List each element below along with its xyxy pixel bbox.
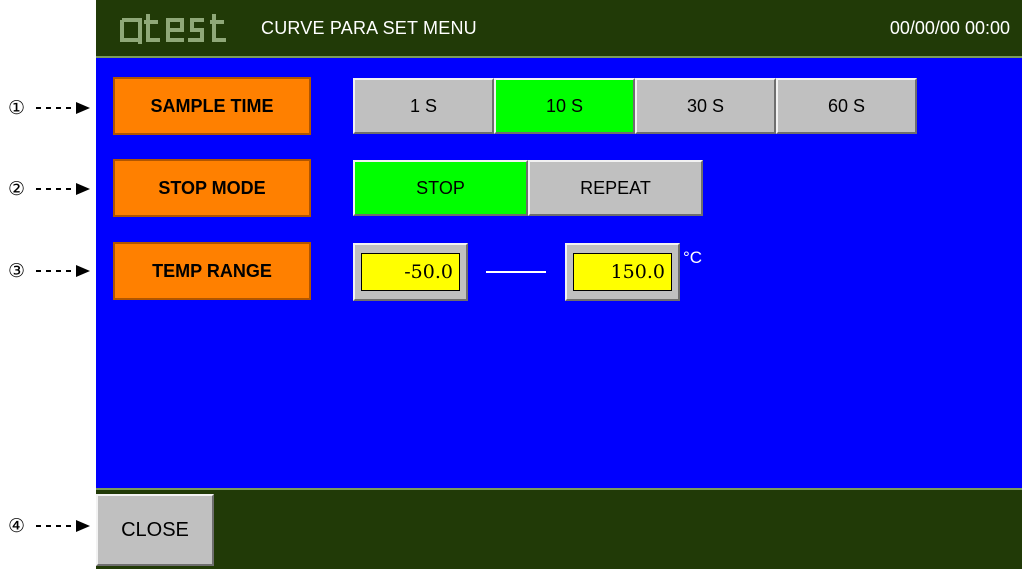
close-button[interactable]: CLOSE bbox=[96, 494, 214, 566]
callout-number: ② bbox=[8, 177, 26, 200]
temp-unit: °C bbox=[683, 248, 703, 267]
sample-time-30s-button[interactable]: 30 S bbox=[635, 78, 776, 134]
title-bar: qtest CURVE PARA SET MENU 00/00/00 00:00 bbox=[96, 0, 1022, 58]
temp-max-value[interactable]: 150.0 bbox=[573, 253, 672, 291]
arrow-right-icon bbox=[34, 182, 90, 196]
sample-time-1s-button[interactable]: 1 S bbox=[353, 78, 494, 134]
arrow-right-icon bbox=[34, 264, 90, 278]
device-screen: qtest CURVE PARA SET MENU 00/00/00 00:00… bbox=[96, 0, 1022, 569]
callout-4: ④ bbox=[8, 514, 98, 538]
stop-mode-stop-button[interactable]: STOP bbox=[353, 160, 528, 216]
temp-max-field[interactable]: 150.0 bbox=[565, 243, 680, 301]
arrow-right-icon bbox=[34, 519, 90, 533]
temp-min-field[interactable]: -50.0 bbox=[353, 243, 468, 301]
temp-min-value[interactable]: -50.0 bbox=[361, 253, 460, 291]
page-title: CURVE PARA SET MENU bbox=[261, 18, 477, 38]
stop-mode-repeat-button[interactable]: REPEAT bbox=[528, 160, 703, 216]
sample-time-10s-button[interactable]: 10 S bbox=[494, 78, 635, 134]
range-separator bbox=[486, 271, 546, 273]
sample-time-label: SAMPLE TIME bbox=[113, 77, 311, 135]
callout-3: ③ bbox=[8, 259, 98, 283]
datetime-display: 00/00/00 00:00 bbox=[889, 18, 1010, 38]
callout-2: ② bbox=[8, 177, 98, 201]
qtest-logo: qtest bbox=[120, 14, 226, 44]
callout-number: ③ bbox=[8, 259, 26, 282]
footer-bar: CLOSE bbox=[96, 488, 1022, 569]
temp-range-label: TEMP RANGE bbox=[113, 242, 311, 300]
stop-mode-label: STOP MODE bbox=[113, 159, 311, 217]
callout-number: ④ bbox=[8, 514, 26, 537]
sample-time-60s-button[interactable]: 60 S bbox=[776, 78, 917, 134]
arrow-right-icon bbox=[34, 101, 90, 115]
callout-1: ① bbox=[8, 96, 98, 120]
callout-number: ① bbox=[8, 96, 26, 119]
